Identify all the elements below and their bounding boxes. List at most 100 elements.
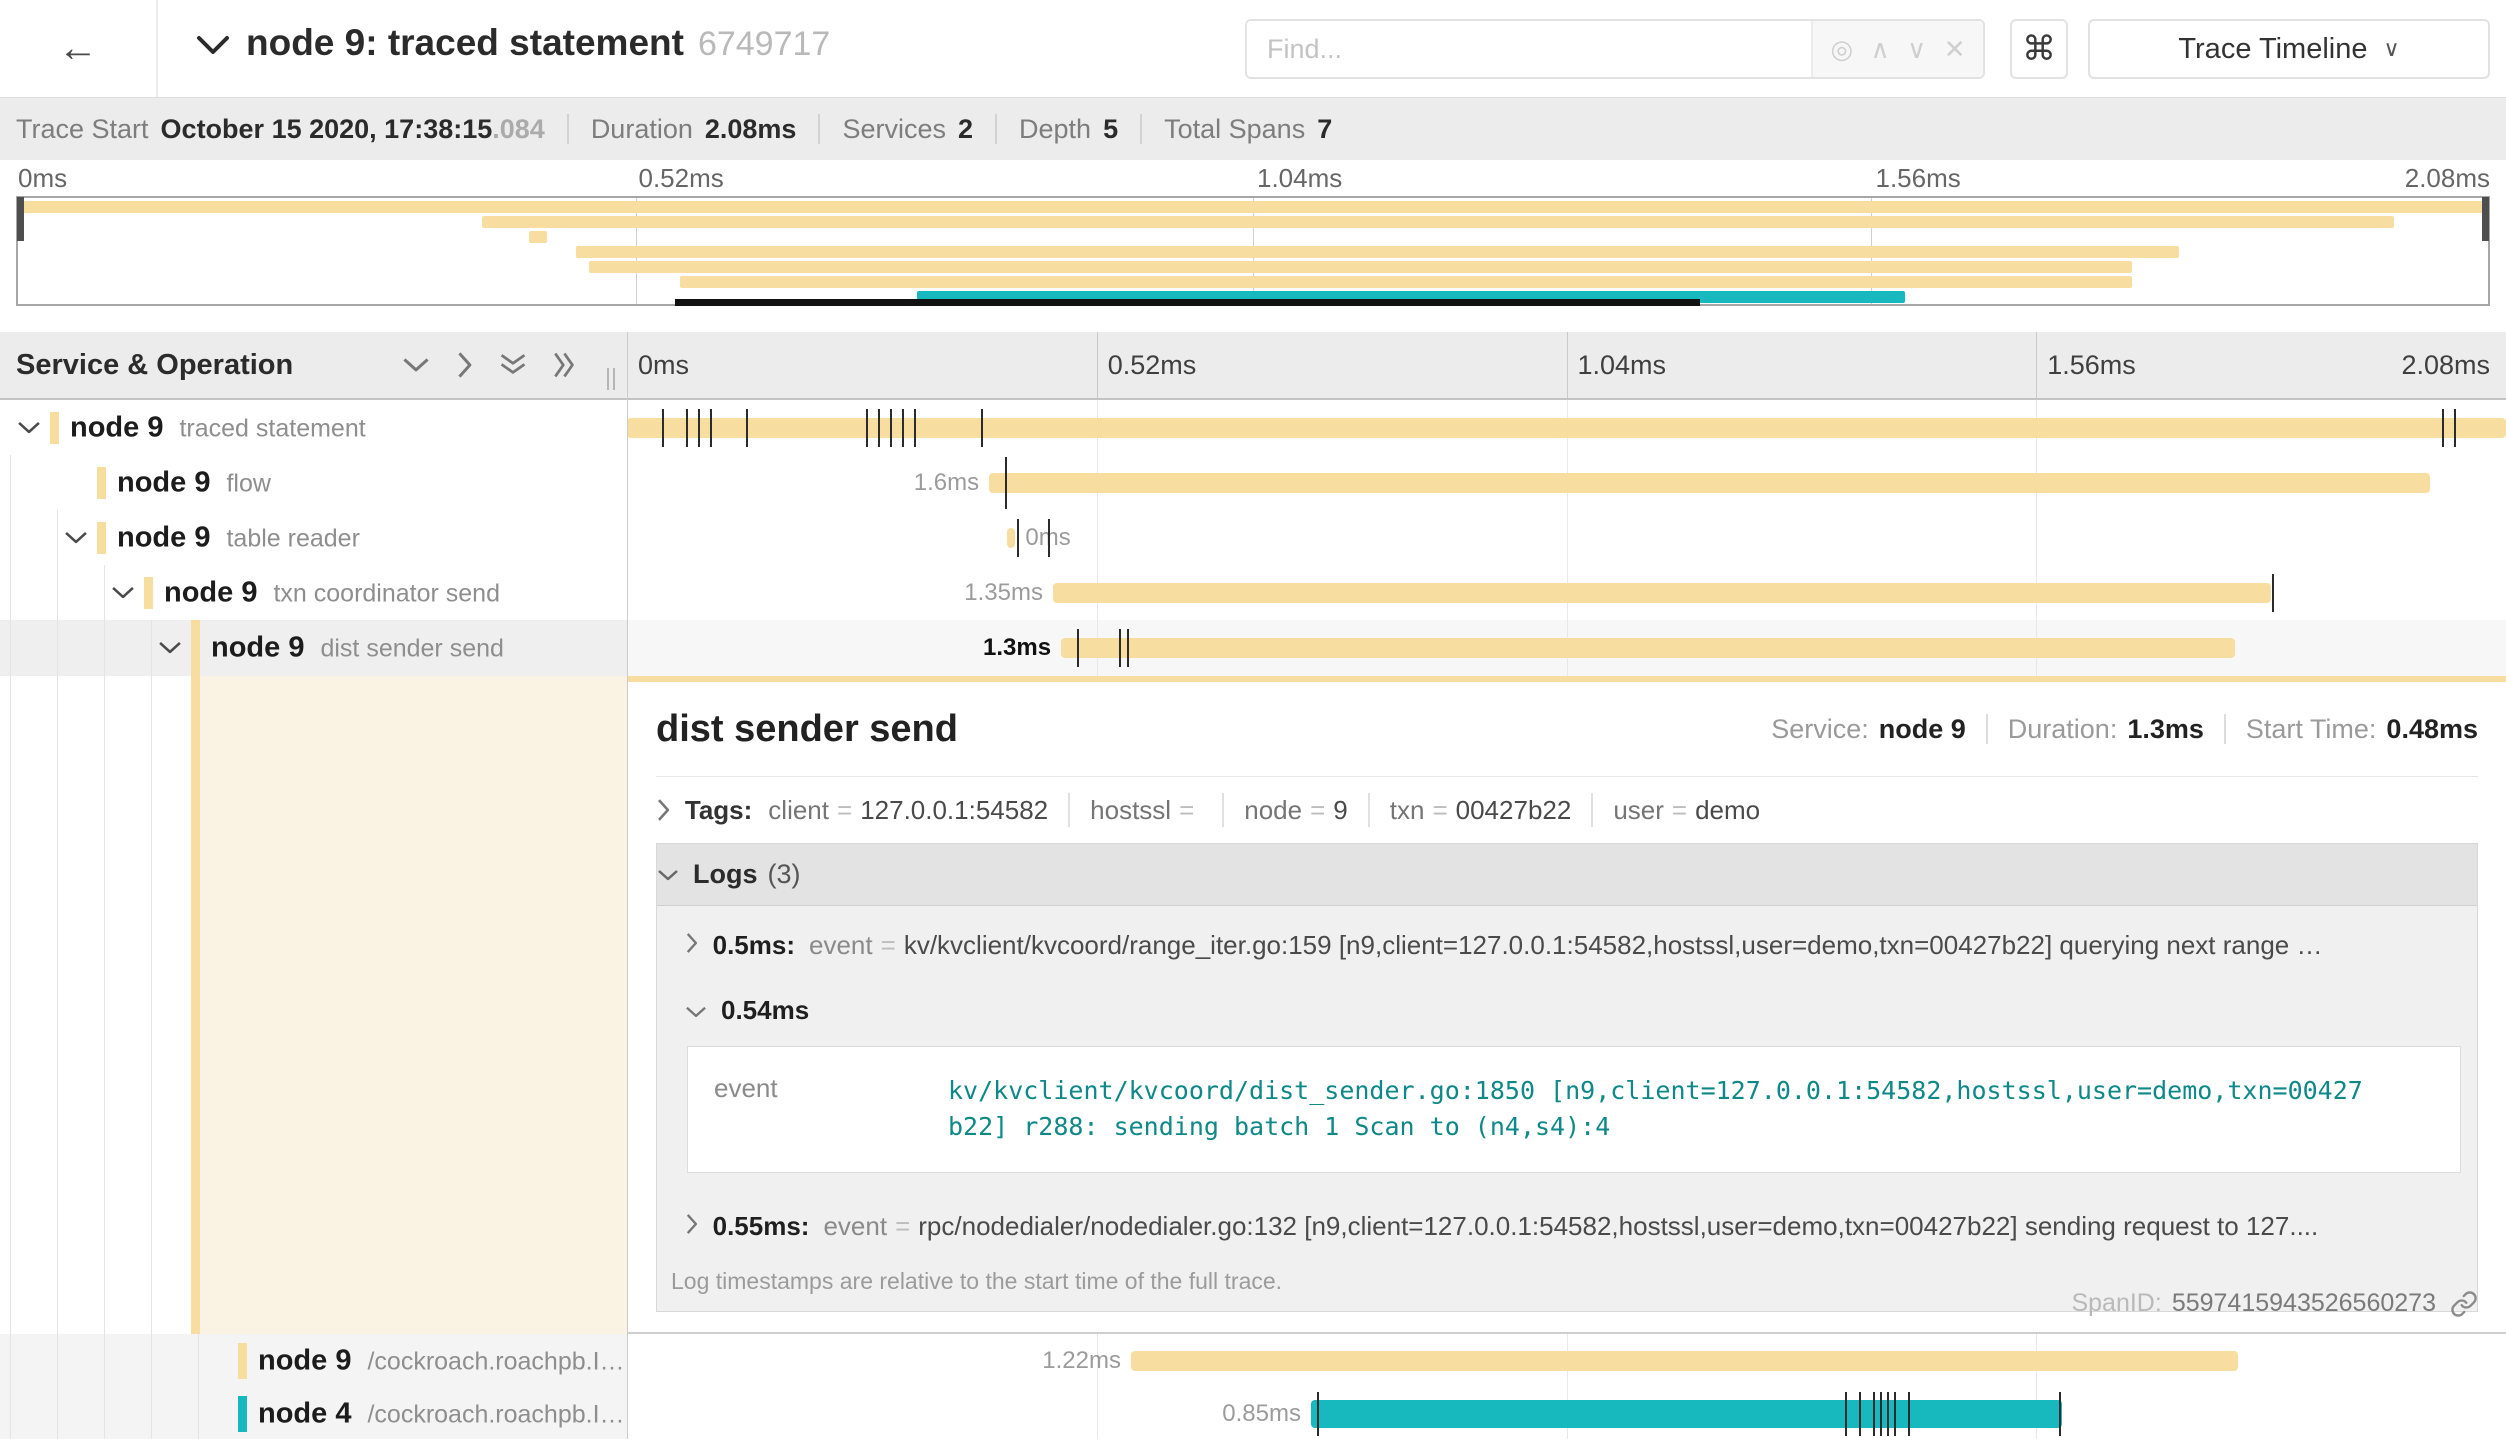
span-row-name-cell[interactable]: node 4/cockroach.roachpb.I… <box>0 1387 627 1440</box>
divider <box>1068 793 1070 827</box>
span-timeline-cell[interactable]: 1.6ms <box>627 455 2506 510</box>
span-timeline-cell[interactable]: 0ms <box>627 510 2506 565</box>
operation-name: table reader <box>226 524 359 552</box>
span-bar[interactable] <box>989 473 2430 493</box>
log-marker-tick <box>1005 457 1007 509</box>
log-entry[interactable]: 0.5ms:event=kv/kvclient/kvcoord/range_it… <box>657 906 2477 971</box>
log-marker-tick <box>914 409 916 447</box>
page-title: node 9: traced statement6749717 <box>246 22 830 64</box>
divider <box>1140 114 1142 144</box>
summary-label: Total Spans <box>1164 114 1305 145</box>
span-bar[interactable] <box>1007 528 1015 548</box>
column-resize-grip[interactable] <box>607 368 615 390</box>
tag-item[interactable]: user=demo <box>1613 795 1760 826</box>
span-timeline-cell[interactable]: 0.85ms <box>627 1387 2506 1440</box>
tags-row[interactable]: Tags:client=127.0.0.1:54582hostssl=node=… <box>656 777 2478 843</box>
locate-icon[interactable]: ◎ <box>1830 34 1853 65</box>
log-message: kv/kvclient/kvcoord/range_iter.go:159 [n… <box>904 930 2323 961</box>
prev-match-icon[interactable]: ∧ <box>1871 34 1890 65</box>
service-name: node 4 <box>258 1397 351 1429</box>
next-match-icon[interactable]: ∨ <box>1907 34 1926 65</box>
span-row-name-cell[interactable]: node 9table reader <box>0 510 627 565</box>
log-fields-table: eventkv/kvclient/kvcoord/dist_sender.go:… <box>687 1046 2461 1173</box>
tag-key: user <box>1613 795 1664 826</box>
keyboard-shortcuts-button[interactable]: ⌘ <box>2010 19 2068 79</box>
span-timeline-cell[interactable]: 1.22ms <box>627 1334 2506 1387</box>
panel-divider[interactable] <box>627 332 628 1439</box>
span-timeline-cell[interactable]: 1.35ms <box>627 565 2506 620</box>
log-entry-expanded-header[interactable]: 0.54ms <box>657 971 2477 1028</box>
summary-value: 2 <box>958 114 973 145</box>
trace-collapse-chevron-icon[interactable] <box>196 34 230 61</box>
span-timeline-cell[interactable]: 1.3ms <box>627 620 2506 675</box>
span-id-row: SpanID: 5597415943526560273 <box>2071 1289 2478 1318</box>
logs-label: Logs <box>693 859 758 890</box>
link-icon[interactable] <box>2450 1290 2478 1318</box>
tag-value: 00427b22 <box>1456 795 1572 826</box>
find-input[interactable] <box>1247 21 1811 77</box>
equals-sign: = <box>881 930 896 961</box>
tag-item[interactable]: node=9 <box>1244 795 1348 826</box>
trace-minimap[interactable] <box>16 196 2490 306</box>
log-marker-tick <box>698 409 700 447</box>
log-marker-tick <box>2442 409 2444 447</box>
log-marker-tick <box>746 409 748 447</box>
summary-item: Services2 <box>842 114 973 145</box>
span-name: node 4/cockroach.roachpb.I… <box>258 1397 625 1430</box>
clear-search-icon[interactable]: ✕ <box>1944 34 1966 65</box>
span-row: node 9flow1.6ms <box>0 455 2506 510</box>
tag-item[interactable]: client=127.0.0.1:54582 <box>768 795 1048 826</box>
divider <box>818 114 820 144</box>
chevron-down-icon[interactable] <box>17 420 41 440</box>
collapse-one-icon[interactable] <box>402 356 430 373</box>
span-bar[interactable] <box>1131 1351 2238 1371</box>
equals-sign: = <box>1179 795 1194 826</box>
span-row-name-cell[interactable]: node 9traced statement <box>0 400 627 455</box>
minimap-scrubber[interactable] <box>675 299 1700 306</box>
log-marker-tick <box>1127 629 1129 667</box>
span-color-bar <box>97 467 106 499</box>
span-row-name-cell[interactable]: node 9/cockroach.roachpb.I… <box>0 1334 627 1387</box>
expand-one-icon[interactable] <box>456 351 473 379</box>
minimap-left-handle[interactable] <box>17 197 24 241</box>
log-marker-tick <box>1880 1392 1882 1436</box>
equals-sign: = <box>1432 795 1447 826</box>
timeline-axis-label: 0ms <box>627 332 689 398</box>
back-button[interactable]: ← <box>0 0 158 97</box>
collapse-all-icon[interactable] <box>499 353 527 377</box>
span-id-value: 5597415943526560273 <box>2172 1289 2436 1318</box>
log-marker-tick <box>1908 1392 1910 1436</box>
equals-sign: = <box>837 795 852 826</box>
log-entry[interactable]: 0.55ms:event=rpc/nodedialer/nodedialer.g… <box>657 1187 2477 1252</box>
span-bar[interactable] <box>627 418 2506 438</box>
tag-item[interactable]: txn=00427b22 <box>1390 795 1572 826</box>
timeline-grid-header: Service & Operation 0ms0.52ms1.04ms1.56m… <box>0 332 2506 400</box>
log-marker-tick <box>686 409 688 447</box>
span-row: node 9traced statement <box>0 400 2506 455</box>
minimap-right-handle[interactable] <box>2482 197 2489 241</box>
tag-key: node <box>1244 795 1302 826</box>
span-row-name-cell[interactable]: node 9txn coordinator send <box>0 565 627 620</box>
timeline-axis-label: 1.56ms <box>2036 332 2136 398</box>
span-name: node 9txn coordinator send <box>164 576 500 609</box>
span-color-bar <box>50 412 59 444</box>
expand-all-icon[interactable] <box>553 351 577 379</box>
command-icon: ⌘ <box>2022 29 2056 69</box>
chevron-down-icon[interactable] <box>111 585 135 605</box>
chevron-down-icon[interactable] <box>64 530 88 550</box>
log-marker-tick <box>981 409 983 447</box>
span-row-name-cell[interactable]: node 9dist sender send <box>0 620 627 675</box>
logs-header[interactable]: Logs (3) <box>657 844 2477 906</box>
log-marker-tick <box>2059 1392 2061 1436</box>
span-bar[interactable] <box>1053 583 2271 603</box>
span-row: node 9txn coordinator send 1.35ms <box>0 565 2506 620</box>
chevron-down-icon[interactable] <box>158 640 182 660</box>
view-select-button[interactable]: Trace Timeline ∨ <box>2088 19 2490 79</box>
span-bar[interactable] <box>1061 638 2235 658</box>
span-row-name-cell[interactable]: node 9flow <box>0 455 627 510</box>
tag-item[interactable]: hostssl= <box>1090 795 1202 826</box>
summary-label: Duration <box>591 114 693 145</box>
timeline-axis-label: 1.04ms <box>1567 332 1667 398</box>
span-bar[interactable] <box>1311 1400 2062 1428</box>
span-timeline-cell[interactable] <box>627 400 2506 455</box>
